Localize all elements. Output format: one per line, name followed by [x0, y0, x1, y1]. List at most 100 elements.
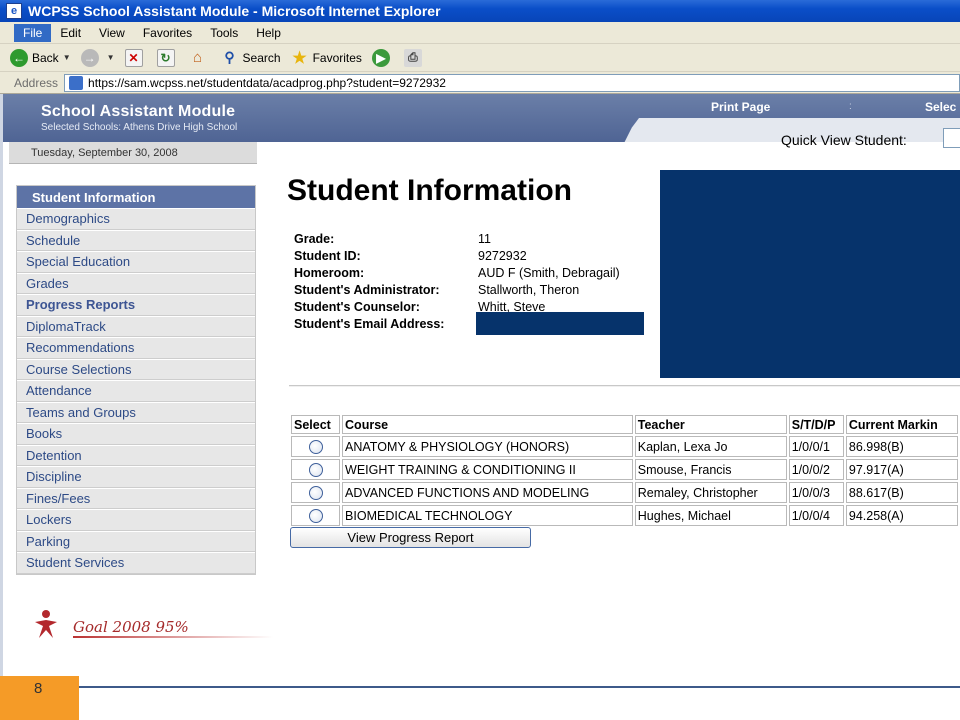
stop-button[interactable]: ✕	[124, 48, 147, 67]
view-progress-report-button[interactable]: View Progress Report	[290, 527, 531, 548]
back-arrow-icon: ←	[10, 48, 28, 67]
home-button[interactable]: ⌂	[189, 49, 211, 67]
sidebar-item-lockers[interactable]: Lockers	[17, 509, 255, 531]
slide-bottom-rule	[0, 686, 960, 688]
mark-cell: 88.617(B)	[845, 482, 958, 503]
info-key: Student's Email Address:	[294, 316, 445, 331]
course-radio[interactable]	[308, 462, 323, 477]
col-select: Select	[291, 415, 341, 434]
sidebar-item-discipline[interactable]: Discipline	[17, 466, 255, 488]
mark-cell: 94.258(A)	[845, 505, 958, 526]
module-title: School Assistant Module	[41, 103, 236, 120]
mark-cell: 97.917(A)	[845, 459, 958, 480]
info-key: Student ID:	[294, 248, 361, 263]
sidebar-item-student-services[interactable]: Student Services	[17, 552, 255, 574]
info-row-student-id: Student ID: 9272932	[294, 247, 620, 264]
back-label: Back	[32, 50, 59, 65]
info-key: Grade:	[294, 231, 335, 246]
teacher-cell: Smouse, Francis	[634, 459, 787, 480]
stdp-cell: 1/0/0/3	[788, 482, 844, 503]
address-input[interactable]: https://sam.wcpss.net/studentdata/acadpr…	[64, 73, 960, 92]
info-key: Student's Administrator:	[294, 282, 440, 297]
forward-button[interactable]: → ▼	[80, 48, 115, 67]
refresh-button[interactable]: ↻	[156, 48, 179, 67]
ie-app-icon: e	[6, 3, 22, 19]
header-separator: :	[849, 101, 852, 112]
sidebar-item-diplomatrack[interactable]: DiplomaTrack	[17, 315, 255, 337]
printer-icon: ⎙	[403, 48, 422, 67]
sidebar-item-progress-reports[interactable]: Progress Reports	[17, 294, 255, 316]
quick-view-input[interactable]	[943, 128, 960, 148]
forward-dropdown-icon[interactable]: ▼	[107, 53, 115, 62]
sidebar-item-recommendations[interactable]: Recommendations	[17, 337, 255, 359]
window-title-bar[interactable]: e WCPSS School Assistant Module - Micros…	[0, 0, 960, 22]
sidebar-heading: Student Information	[17, 186, 255, 208]
teacher-cell: Remaley, Christopher	[634, 482, 787, 503]
info-key: Student's Counselor:	[294, 299, 420, 314]
web-page: School Assistant Module Selected Schools…	[0, 94, 960, 686]
screenshot-root: e WCPSS School Assistant Module - Micros…	[0, 0, 960, 720]
media-button[interactable]: ▶	[371, 48, 394, 67]
info-value: 11	[478, 231, 491, 246]
menu-favorites[interactable]: Favorites	[134, 24, 201, 42]
browser-toolbar: ← Back ▼ → ▼ ✕ ↻ ⌂ ⚲ Search ★ Favorites …	[0, 44, 960, 72]
sidebar-item-detention[interactable]: Detention	[17, 444, 255, 466]
back-dropdown-icon[interactable]: ▼	[63, 53, 71, 62]
stdp-cell: 1/0/0/4	[788, 505, 844, 526]
select-cell	[291, 459, 341, 480]
favorites-label: Favorites	[312, 50, 362, 65]
slide-number-tab: 8	[0, 676, 79, 720]
back-button[interactable]: ← Back ▼	[10, 48, 71, 67]
address-label: Address	[14, 75, 59, 90]
menu-tools[interactable]: Tools	[201, 24, 247, 42]
sidebar-item-fines-fees[interactable]: Fines/Fees	[17, 487, 255, 509]
photo-redaction-box	[660, 170, 960, 378]
table-row: ANATOMY & PHYSIOLOGY (HONORS) Kaplan, Le…	[291, 436, 958, 457]
sidebar-item-grades[interactable]: Grades	[17, 272, 255, 294]
info-row-grade: Grade: 11	[294, 230, 620, 247]
sidebar-item-course-selections[interactable]: Course Selections	[17, 358, 255, 380]
menu-file[interactable]: File	[14, 23, 52, 42]
table-header-row: Select Course Teacher S/T/D/P Current Ma…	[291, 415, 958, 434]
sidebar-item-books[interactable]: Books	[17, 423, 255, 445]
sidebar-item-attendance[interactable]: Attendance	[17, 380, 255, 402]
page-icon	[69, 75, 84, 90]
sidebar-item-parking[interactable]: Parking	[17, 530, 255, 552]
address-bar: Address https://sam.wcpss.net/studentdat…	[0, 72, 960, 94]
sidebar-item-special-education[interactable]: Special Education	[17, 251, 255, 273]
info-value: Stallworth, Theron	[478, 282, 580, 297]
goal-2008-logo: Goal 2008 95%	[33, 608, 273, 646]
sidebar-item-schedule[interactable]: Schedule	[17, 229, 255, 251]
menu-edit[interactable]: Edit	[51, 24, 90, 42]
star-figure-icon	[33, 608, 69, 646]
home-icon: ⌂	[193, 49, 203, 66]
mark-cell: 86.998(B)	[845, 436, 958, 457]
print-page-link[interactable]: Print Page	[711, 100, 770, 114]
forward-arrow-icon: →	[80, 48, 99, 67]
sidebar-item-demographics[interactable]: Demographics	[17, 208, 255, 230]
page-title: Student Information	[287, 174, 572, 207]
search-button[interactable]: ⚲ Search	[221, 49, 280, 67]
select-cell	[291, 482, 341, 503]
refresh-icon: ↻	[156, 48, 175, 67]
print-button[interactable]: ⎙	[403, 48, 426, 67]
favorites-button[interactable]: ★ Favorites	[291, 49, 362, 67]
sidebar-nav: Student Information Demographics Schedul…	[16, 185, 256, 575]
course-radio[interactable]	[308, 485, 323, 500]
window-title: WCPSS School Assistant Module - Microsof…	[28, 3, 441, 19]
info-value: 9272932	[478, 248, 527, 263]
course-cell: BIOMEDICAL TECHNOLOGY	[342, 505, 633, 526]
stdp-cell: 1/0/0/2	[788, 459, 844, 480]
course-radio[interactable]	[308, 439, 323, 454]
search-icon: ⚲	[224, 49, 235, 65]
teacher-cell: Hughes, Michael	[634, 505, 787, 526]
menu-help[interactable]: Help	[247, 24, 290, 42]
select-cell	[291, 505, 341, 526]
course-radio[interactable]	[308, 508, 323, 523]
info-row-homeroom: Homeroom: AUD F (Smith, Debragail)	[294, 264, 620, 281]
sidebar-item-teams-and-groups[interactable]: Teams and Groups	[17, 401, 255, 423]
menu-view[interactable]: View	[90, 24, 134, 42]
quick-view-label: Quick View Student:	[781, 132, 907, 148]
select-link[interactable]: Selec	[925, 100, 956, 114]
logo-underline	[73, 636, 273, 638]
